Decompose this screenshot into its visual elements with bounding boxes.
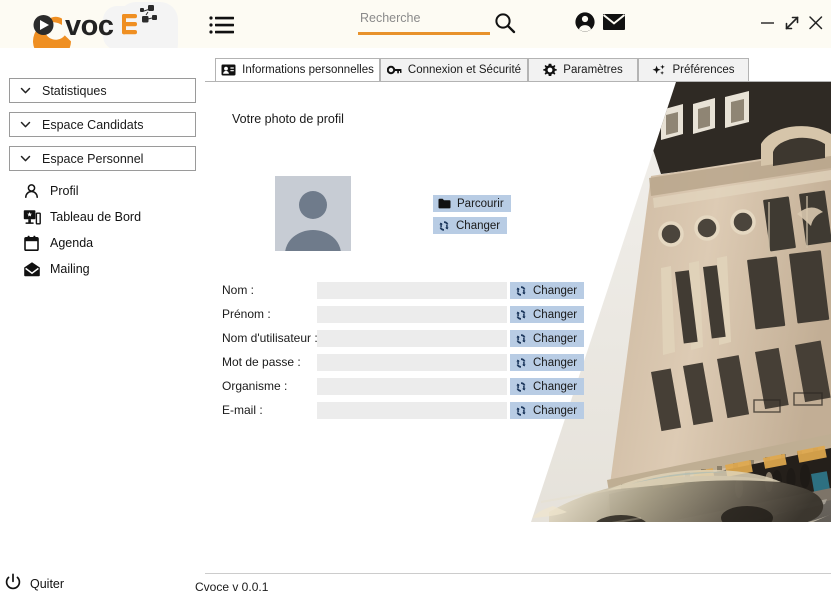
tab-label: Informations personnelles: [242, 64, 374, 76]
search-field-wrapper[interactable]: [358, 8, 490, 36]
nom-input[interactable]: [317, 282, 507, 299]
change-nom-utilisateur-button[interactable]: Changer: [510, 330, 585, 347]
tab-panel-informations-personnelles: Votre photo de profil Parcourir Changer …: [205, 81, 831, 575]
svg-text:voc: voc: [65, 10, 114, 42]
sidebar-section-label: Espace Candidats: [42, 117, 144, 132]
person-icon: [22, 182, 41, 201]
change-button-label: Changer: [533, 404, 578, 417]
change-mot-de-passe-button[interactable]: Changer: [510, 354, 585, 371]
account-circle-icon[interactable]: [574, 11, 596, 33]
sidebar-section-label: Statistiques: [42, 83, 107, 98]
tab-parametres[interactable]: Paramètres: [528, 58, 638, 82]
tab-label: Paramètres: [563, 64, 623, 76]
refresh-sync-icon: [515, 357, 527, 369]
prenom-input[interactable]: [317, 306, 507, 323]
sidebar-item-mailing[interactable]: Mailing: [22, 258, 90, 280]
sparkles-icon: [652, 64, 666, 77]
email-input[interactable]: [317, 402, 507, 419]
chevron-down-icon: [20, 87, 31, 94]
mail-envelope-icon: [22, 260, 41, 279]
mot-de-passe-input[interactable]: [317, 354, 507, 371]
chevron-down-icon: [20, 155, 31, 162]
sidebar-item-profil[interactable]: Profil: [22, 180, 78, 202]
field-label: E-mail :: [222, 403, 263, 417]
sidebar-section-statistiques[interactable]: Statistiques: [9, 78, 196, 103]
tab-label: Connexion et Sécurité: [407, 64, 522, 76]
refresh-sync-icon: [515, 405, 527, 417]
quit-button[interactable]: Quiter: [4, 573, 64, 593]
footer-divider: [205, 573, 831, 574]
change-nom-button[interactable]: Changer: [510, 282, 585, 299]
key-icon: [386, 64, 402, 76]
application-window: voc Recherche Statistiques Espace Candid…: [0, 0, 831, 593]
change-organisme-button[interactable]: Changer: [510, 378, 585, 395]
search-icon[interactable]: [493, 11, 517, 35]
tab-label: Préférences: [672, 64, 735, 76]
list-menu-icon[interactable]: [208, 14, 236, 36]
field-label: Mot de passe :: [222, 355, 301, 369]
close-icon[interactable]: [805, 12, 827, 34]
refresh-sync-icon: [515, 381, 527, 393]
change-button-label: Changer: [533, 356, 578, 369]
tab-preferences[interactable]: Préférences: [638, 58, 749, 82]
nom-utilisateur-input[interactable]: [317, 330, 507, 347]
id-card-icon: [221, 64, 236, 76]
calendar-icon: [22, 234, 41, 253]
sidebar-item-label: Profil: [50, 184, 79, 198]
sidebar-navigation: Statistiques Espace Candidats Espace Per…: [0, 48, 205, 593]
logo-graphic: voc: [33, 5, 157, 48]
sidebar-item-tableau-de-bord[interactable]: Tableau de Bord: [22, 206, 141, 228]
personal-info-form: Nom : Changer Prénom: Changer Nom d'uti…: [205, 82, 831, 575]
refresh-sync-icon: [515, 285, 527, 297]
expand-diagonal-icon[interactable]: [781, 12, 803, 34]
tab-informations-personnelles[interactable]: Informations personnelles: [215, 58, 380, 82]
version-label: Cvoce v 0.0.1: [195, 580, 269, 593]
tab-connexion-et-securite[interactable]: Connexion et Sécurité: [380, 58, 528, 82]
field-label: Nom d'utilisateur :: [222, 331, 318, 345]
tab-strip: Informations personnelles Connexion et S…: [205, 58, 831, 82]
gear-icon: [543, 63, 558, 77]
change-button-label: Changer: [533, 332, 578, 345]
search-input[interactable]: [358, 8, 490, 30]
chevron-down-icon: [20, 121, 31, 128]
sidebar-section-label: Espace Personnel: [42, 151, 144, 166]
refresh-sync-icon: [515, 333, 527, 345]
change-prenom-button[interactable]: Changer: [510, 306, 585, 323]
field-label: Prénom :: [222, 307, 271, 321]
change-button-label: Changer: [533, 284, 578, 297]
quit-label: Quiter: [30, 577, 65, 591]
change-button-label: Changer: [533, 308, 578, 321]
sidebar-section-espace-candidats[interactable]: Espace Candidats: [9, 112, 196, 137]
envelope-icon[interactable]: [602, 12, 626, 32]
field-label: Nom :: [222, 283, 255, 297]
change-button-label: Changer: [533, 380, 578, 393]
minimize-icon[interactable]: [757, 12, 779, 34]
search-underline: [358, 32, 490, 35]
field-label: Organisme :: [222, 379, 288, 393]
dashboard-monitor-icon: [22, 208, 41, 227]
organisme-input[interactable]: [317, 378, 507, 395]
sidebar-section-espace-personnel[interactable]: Espace Personnel: [9, 146, 196, 171]
change-email-button[interactable]: Changer: [510, 402, 585, 419]
sidebar-item-label: Mailing: [50, 262, 90, 276]
sidebar-item-label: Tableau de Bord: [50, 210, 142, 224]
sidebar-item-agenda[interactable]: Agenda: [22, 232, 93, 254]
top-header-bar: voc: [0, 0, 831, 62]
main-content-panel: Informations personnelles Connexion et S…: [205, 48, 831, 575]
app-logo[interactable]: voc: [18, 2, 193, 62]
sidebar-item-label: Agenda: [50, 236, 94, 250]
refresh-sync-icon: [515, 309, 527, 321]
power-icon: [4, 573, 22, 593]
